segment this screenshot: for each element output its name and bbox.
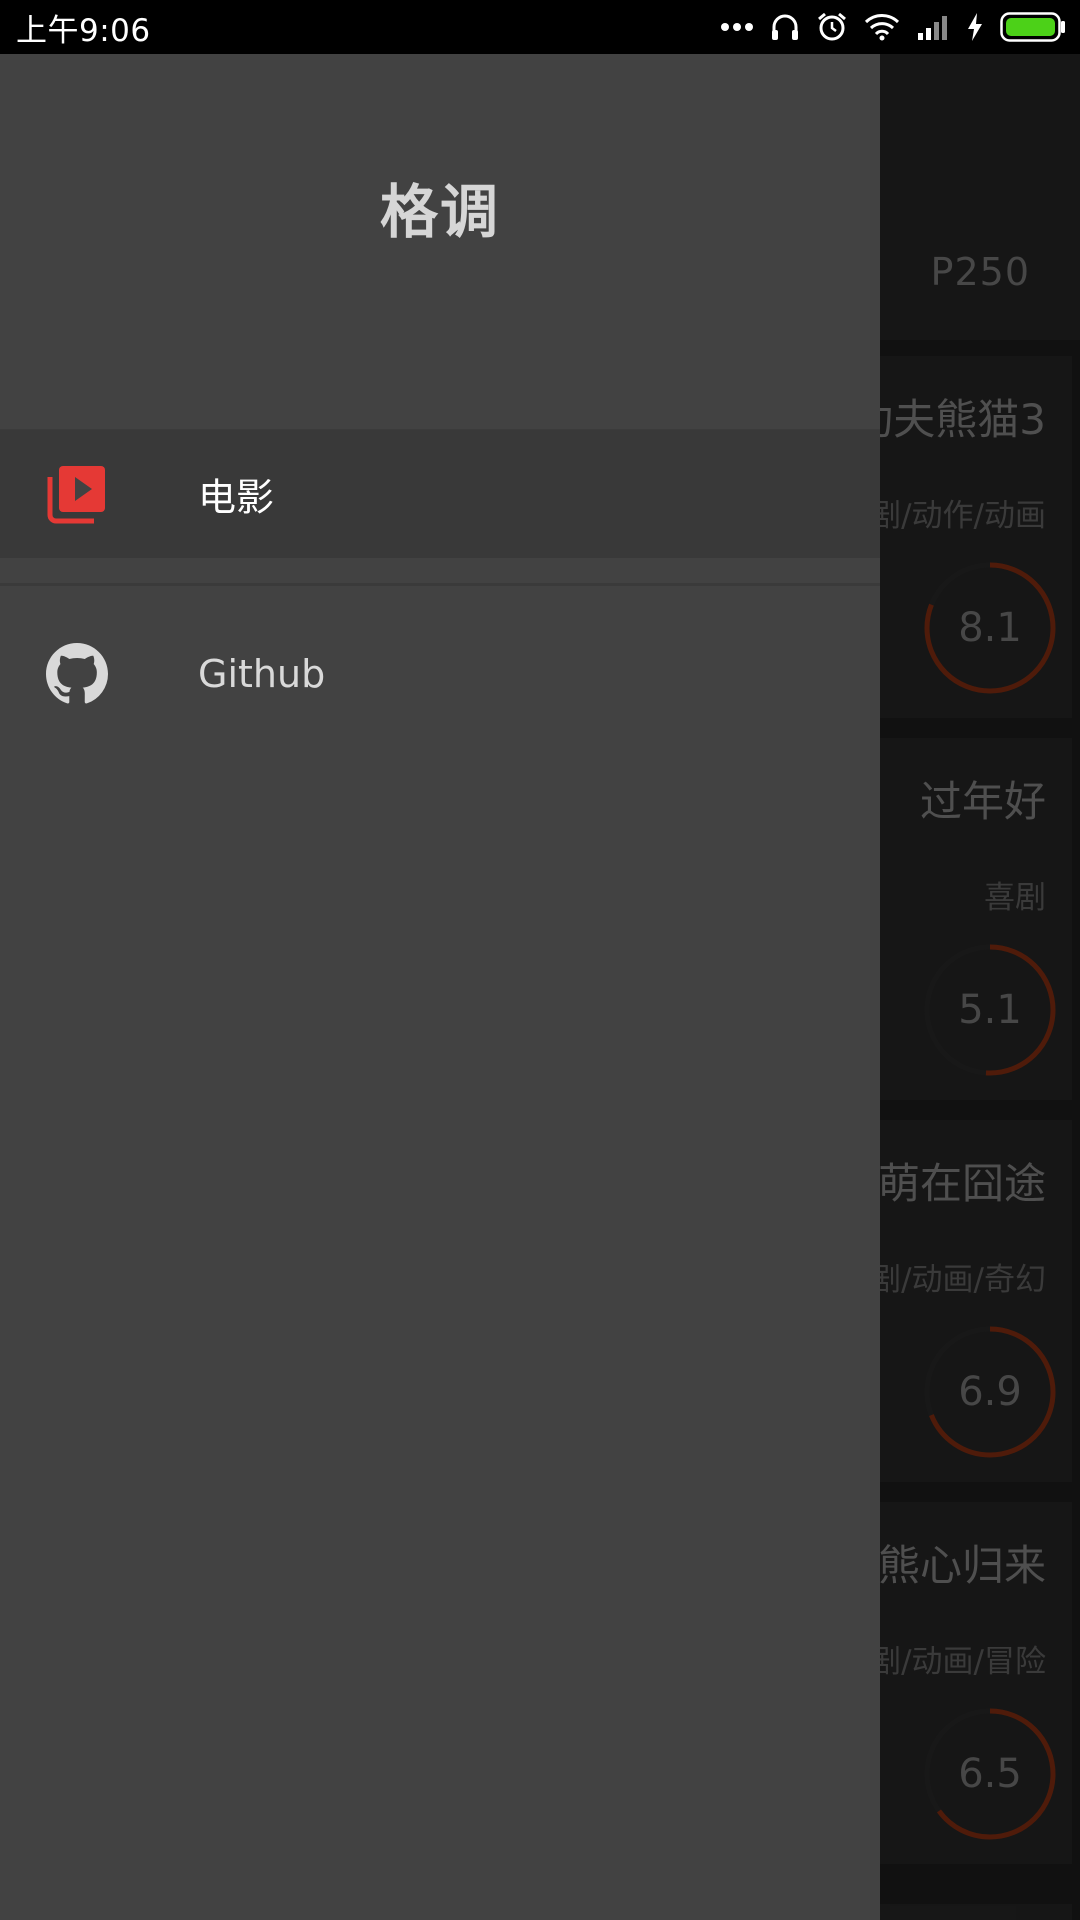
github-icon <box>46 643 108 704</box>
wifi-icon <box>864 14 900 41</box>
status-bar: 上午9:06 <box>0 0 1080 54</box>
movie-play-icon <box>47 466 105 524</box>
headphones-icon <box>772 14 798 40</box>
status-icons <box>720 11 1066 43</box>
alarm-icon <box>818 12 846 41</box>
nav-item-github[interactable]: Github <box>0 610 880 738</box>
nav-item-label: 电影 <box>198 475 275 520</box>
drawer-title: 格调 <box>379 178 500 246</box>
navigation-drawer: 格调 电影 Github <box>0 54 880 1920</box>
drawer-header: 格调 <box>0 54 880 430</box>
signal-icon <box>918 16 947 40</box>
charging-icon <box>968 13 982 41</box>
screen: 上午9:06 P250 功夫熊猫3 喜剧/动作/动画 8.1 过年好 喜剧 5.… <box>0 0 1080 1920</box>
battery-icon <box>1000 12 1065 42</box>
more-dots-icon <box>721 23 753 31</box>
nav-item-label: Github <box>198 652 326 696</box>
status-time: 上午9:06 <box>16 12 151 49</box>
divider <box>0 583 880 586</box>
nav-item-movies[interactable]: 电影 <box>0 430 880 558</box>
